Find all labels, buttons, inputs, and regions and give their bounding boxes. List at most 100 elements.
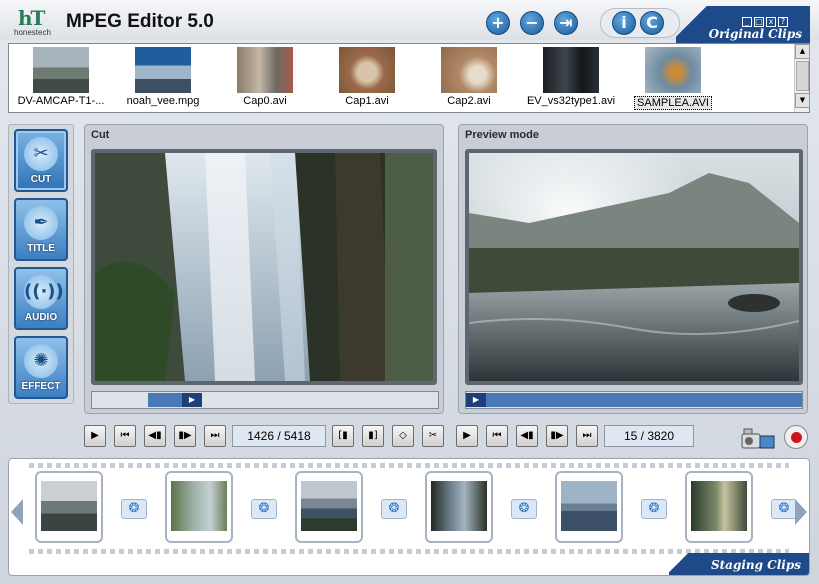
title-tool-button[interactable]: ✒ TITLE	[14, 198, 68, 261]
go-to-start-button[interactable]: ⏮	[114, 425, 136, 447]
scissors-icon: ✂	[24, 137, 58, 171]
play-button[interactable]: ▶	[84, 425, 106, 447]
erase-button[interactable]: ◇	[392, 425, 414, 447]
tool-label: EFFECT	[21, 381, 61, 392]
step-back-button[interactable]: ◀▮	[144, 425, 166, 447]
add-clip-button[interactable]: +	[486, 11, 510, 35]
clips-scrollbar[interactable]: ▲ ▼	[794, 44, 810, 112]
preview-seek-handle[interactable]: ▶	[466, 393, 486, 407]
clip-thumbnail	[645, 47, 701, 93]
clip-item[interactable]: DV-AMCAP-T1-...	[11, 47, 111, 107]
cut-button[interactable]: ✂	[422, 425, 444, 447]
clip-label: Cap0.avi	[243, 95, 287, 107]
step-forward-button[interactable]: ▮▶	[174, 425, 196, 447]
clip-thumbnail	[135, 47, 191, 93]
transition-icon[interactable]: ❂	[771, 499, 797, 519]
staging-clips-panel: ❂ ❂ ❂ ❂ ❂ ❂ Staging Clips	[8, 458, 810, 576]
title-bar: hT honestech MPEG Editor 5.0 + − ⇥ i C O…	[0, 0, 819, 43]
preview-step-forward-button[interactable]: ▮▶	[546, 425, 568, 447]
staging-clip-thumbnail	[691, 481, 747, 531]
clip-thumbnail	[237, 47, 293, 93]
staging-clip[interactable]	[295, 471, 363, 543]
mark-out-icon: ▮]	[368, 430, 378, 441]
clip-item[interactable]: SAMPLEA.AVI	[623, 47, 723, 111]
cut-tool-button[interactable]: ✂ CUT	[14, 129, 68, 192]
cut-panel: Cut ▶	[84, 124, 444, 414]
tool-label: TITLE	[27, 243, 55, 254]
staging-clip[interactable]	[165, 471, 233, 543]
help-button[interactable]: ?	[778, 17, 788, 27]
close-button[interactable]: x	[766, 17, 776, 27]
camcorder-icon[interactable]	[740, 426, 778, 452]
clip-label: EV_vs32type1.avi	[526, 95, 616, 107]
scroll-up-icon[interactable]: ▲	[795, 44, 810, 59]
film-perforations-top	[29, 463, 789, 468]
swirl-icon: ✺	[24, 344, 58, 378]
original-clips-list: DV-AMCAP-T1-... noah_vee.mpg Cap0.avi Ca…	[8, 43, 810, 113]
cut-seek-handle[interactable]: ▶	[182, 393, 202, 407]
transition-icon[interactable]: ❂	[381, 499, 407, 519]
tool-panel: ✂ CUT ✒ TITLE ((·)) AUDIO ✺ EFFECT	[8, 124, 74, 404]
transition-icon[interactable]: ❂	[121, 499, 147, 519]
staging-clip[interactable]	[685, 471, 753, 543]
record-icon	[791, 432, 802, 443]
mpeg-editor-window: hT honestech MPEG Editor 5.0 + − ⇥ i C O…	[0, 0, 819, 584]
staging-clip-thumbnail	[561, 481, 617, 531]
staging-clip-thumbnail	[171, 481, 227, 531]
transition-icon[interactable]: ❂	[251, 499, 277, 519]
clip-item[interactable]: EV_vs32type1.avi	[521, 47, 621, 107]
c-icon: C	[646, 13, 658, 32]
effect-tool-button[interactable]: ✺ EFFECT	[14, 336, 68, 399]
cut-frame-counter: 1426 / 5418	[232, 425, 326, 447]
staging-scroll-right-icon[interactable]	[795, 499, 807, 525]
transition-icon[interactable]: ❂	[511, 499, 537, 519]
mark-in-icon: [▮	[338, 430, 348, 441]
preview-seek-bar[interactable]: ▶	[465, 391, 803, 409]
clip-item[interactable]: noah_vee.mpg	[113, 47, 213, 107]
play-icon: ▶	[463, 430, 471, 441]
staging-clip-thumbnail	[301, 481, 357, 531]
transition-icon[interactable]: ❂	[641, 499, 667, 519]
preview-go-to-start-button[interactable]: ⏮	[486, 425, 508, 447]
preview-go-to-end-button[interactable]: ⏭	[576, 425, 598, 447]
step-back-icon: ◀▮	[148, 430, 162, 441]
clip-item[interactable]: Cap2.avi	[419, 47, 519, 107]
clip-item[interactable]: Cap0.avi	[215, 47, 315, 107]
plus-icon: +	[491, 13, 505, 32]
clip-thumbnail	[543, 47, 599, 93]
maximize-button[interactable]: □	[754, 17, 764, 27]
clip-item[interactable]: Cap1.avi	[317, 47, 417, 107]
staging-clip[interactable]	[555, 471, 623, 543]
cut-seek-bar[interactable]: ▶	[91, 391, 439, 409]
cut-video-image	[95, 153, 433, 381]
staging-clip[interactable]	[425, 471, 493, 543]
staging-clip[interactable]	[35, 471, 103, 543]
mark-in-button[interactable]: [▮	[332, 425, 354, 447]
staging-scroll-left-icon[interactable]	[11, 499, 23, 525]
minimize-button[interactable]: _	[742, 17, 752, 27]
clip-thumbnail	[33, 47, 89, 93]
sound-waves-icon: ((·))	[24, 275, 64, 309]
staging-clips-banner: Staging Clips	[669, 553, 809, 575]
remove-clip-button[interactable]: −	[520, 11, 544, 35]
tool-label: AUDIO	[24, 312, 58, 323]
scroll-thumb[interactable]	[796, 61, 809, 91]
go-to-end-button[interactable]: ⏭	[204, 425, 226, 447]
staging-clip-thumbnail	[431, 481, 487, 531]
skip-end-icon: ⏭	[210, 430, 220, 441]
c-button[interactable]: C	[640, 11, 664, 35]
preview-play-button[interactable]: ▶	[456, 425, 478, 447]
audio-tool-button[interactable]: ((·)) AUDIO	[14, 267, 68, 330]
record-button[interactable]	[784, 425, 808, 449]
scissors-icon: ✂	[428, 430, 438, 441]
skip-end-icon: ⏭	[582, 430, 592, 441]
preview-frame-counter: 15 / 3820	[604, 425, 694, 447]
clip-thumbnail	[441, 47, 497, 93]
scroll-down-icon[interactable]: ▼	[795, 93, 810, 108]
mark-out-button[interactable]: ▮]	[362, 425, 384, 447]
step-forward-icon: ▮▶	[178, 430, 192, 441]
info-button[interactable]: i	[612, 11, 636, 35]
cut-panel-title: Cut	[91, 129, 110, 141]
preview-step-back-button[interactable]: ◀▮	[516, 425, 538, 447]
split-clip-button[interactable]: ⇥	[554, 11, 578, 35]
